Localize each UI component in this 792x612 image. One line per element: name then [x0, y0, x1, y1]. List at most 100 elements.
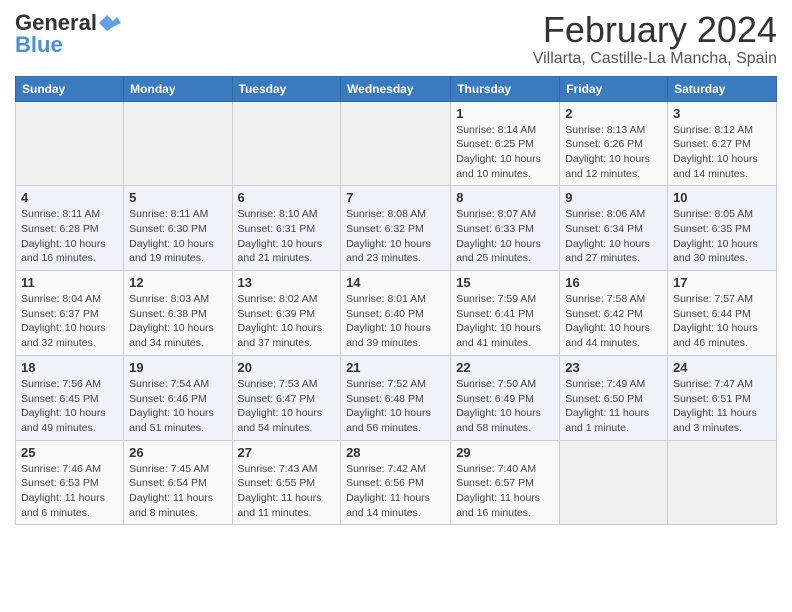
day-number: 1	[456, 106, 554, 121]
day-info: Sunrise: 8:13 AM Sunset: 6:26 PM Dayligh…	[565, 123, 662, 182]
calendar-cell: 27Sunrise: 7:43 AM Sunset: 6:55 PM Dayli…	[232, 440, 341, 525]
calendar-cell: 2 Sunrise: 8:13 AM Sunset: 6:26 PM Daylig…	[560, 101, 668, 186]
day-info: Sunrise: 8:01 AM Sunset: 6:40 PM Dayligh…	[346, 292, 445, 351]
day-number: 13	[238, 275, 336, 290]
day-info: Sunrise: 7:49 AM Sunset: 6:50 PM Dayligh…	[565, 377, 662, 436]
day-number: 5	[129, 190, 226, 205]
day-info: Sunrise: 7:47 AM Sunset: 6:51 PM Dayligh…	[673, 377, 771, 436]
day-number: 14	[346, 275, 445, 290]
calendar-cell: 10 Sunrise: 8:05 AM Sunset: 6:35 PM Dayli…	[668, 186, 777, 271]
weekday-header-tuesday: Tuesday	[232, 76, 341, 101]
calendar-cell: 8 Sunrise: 8:07 AM Sunset: 6:33 PM Daylig…	[451, 186, 560, 271]
calendar-cell: 6 Sunrise: 8:10 AM Sunset: 6:31 PM Daylig…	[232, 186, 341, 271]
day-number: 25	[21, 445, 118, 460]
calendar-cell: 24 Sunrise: 7:47 AM Sunset: 6:51 PM Dayli…	[668, 355, 777, 440]
day-info: Sunrise: 8:05 AM Sunset: 6:35 PM Dayligh…	[673, 207, 771, 266]
calendar-cell: 1 Sunrise: 8:14 AM Sunset: 6:25 PM Daylig…	[451, 101, 560, 186]
day-info: Sunrise: 8:10 AM Sunset: 6:31 PM Dayligh…	[238, 207, 336, 266]
day-number: 15	[456, 275, 554, 290]
day-number: 12	[129, 275, 226, 290]
day-info: Sunrise: 7:53 AM Sunset: 6:47 PM Dayligh…	[238, 377, 336, 436]
day-number: 7	[346, 190, 445, 205]
calendar-cell: 22 Sunrise: 7:50 AM Sunset: 6:49 PM Dayli…	[451, 355, 560, 440]
day-number: 16	[565, 275, 662, 290]
day-number: 17	[673, 275, 771, 290]
day-number: 3	[673, 106, 771, 121]
day-info: Sunrise: 7:50 AM Sunset: 6:49 PM Dayligh…	[456, 377, 554, 436]
day-number: 22	[456, 360, 554, 375]
day-number: 9	[565, 190, 662, 205]
header: General Blue February 2024 Villarta, Cas…	[15, 10, 777, 68]
calendar-table: SundayMondayTuesdayWednesdayThursdayFrid…	[15, 76, 777, 526]
calendar-cell: 4 Sunrise: 8:11 AM Sunset: 6:28 PM Daylig…	[16, 186, 124, 271]
weekday-header-row: SundayMondayTuesdayWednesdayThursdayFrid…	[16, 76, 777, 101]
day-info: Sunrise: 7:42 AM Sunset: 6:56 PM Dayligh…	[346, 462, 445, 521]
calendar-cell	[341, 101, 451, 186]
calendar-cell: 26 Sunrise: 7:45 AM Sunset: 6:54 PM Dayli…	[124, 440, 232, 525]
main-title: February 2024	[533, 10, 777, 50]
day-number: 10	[673, 190, 771, 205]
day-number: 18	[21, 360, 118, 375]
day-number: 8	[456, 190, 554, 205]
calendar-cell: 11 Sunrise: 8:04 AM Sunset: 6:37 PM Dayli…	[16, 271, 124, 356]
day-number: 6	[238, 190, 336, 205]
calendar-cell	[560, 440, 668, 525]
calendar-cell: 3Sunrise: 8:12 AM Sunset: 6:27 PM Daylig…	[668, 101, 777, 186]
day-info: Sunrise: 7:52 AM Sunset: 6:48 PM Dayligh…	[346, 377, 445, 436]
day-info: Sunrise: 7:40 AM Sunset: 6:57 PM Dayligh…	[456, 462, 554, 521]
weekday-header-saturday: Saturday	[668, 76, 777, 101]
day-info: Sunrise: 8:03 AM Sunset: 6:38 PM Dayligh…	[129, 292, 226, 351]
calendar-cell: 23 Sunrise: 7:49 AM Sunset: 6:50 PM Dayli…	[560, 355, 668, 440]
day-info: Sunrise: 8:14 AM Sunset: 6:25 PM Dayligh…	[456, 123, 554, 182]
weekday-header-friday: Friday	[560, 76, 668, 101]
day-info: Sunrise: 7:46 AM Sunset: 6:53 PM Dayligh…	[21, 462, 118, 521]
calendar-cell	[232, 101, 341, 186]
calendar-cell: 9 Sunrise: 8:06 AM Sunset: 6:34 PM Daylig…	[560, 186, 668, 271]
calendar-week-row: 4 Sunrise: 8:11 AM Sunset: 6:28 PM Daylig…	[16, 186, 777, 271]
day-info: Sunrise: 8:11 AM Sunset: 6:28 PM Dayligh…	[21, 207, 118, 266]
calendar-cell: 25 Sunrise: 7:46 AM Sunset: 6:53 PM Dayli…	[16, 440, 124, 525]
day-info: Sunrise: 8:06 AM Sunset: 6:34 PM Dayligh…	[565, 207, 662, 266]
day-number: 2	[565, 106, 662, 121]
day-info: Sunrise: 8:11 AM Sunset: 6:30 PM Dayligh…	[129, 207, 226, 266]
day-info: Sunrise: 8:08 AM Sunset: 6:32 PM Dayligh…	[346, 207, 445, 266]
calendar-cell: 17 Sunrise: 7:57 AM Sunset: 6:44 PM Dayli…	[668, 271, 777, 356]
day-info: Sunrise: 8:02 AM Sunset: 6:39 PM Dayligh…	[238, 292, 336, 351]
day-info: Sunrise: 7:59 AM Sunset: 6:41 PM Dayligh…	[456, 292, 554, 351]
day-info: Sunrise: 7:43 AM Sunset: 6:55 PM Dayligh…	[238, 462, 336, 521]
day-number: 23	[565, 360, 662, 375]
calendar-cell: 7 Sunrise: 8:08 AM Sunset: 6:32 PM Daylig…	[341, 186, 451, 271]
calendar-cell: 28Sunrise: 7:42 AM Sunset: 6:56 PM Dayli…	[341, 440, 451, 525]
calendar-cell: 15 Sunrise: 7:59 AM Sunset: 6:41 PM Dayli…	[451, 271, 560, 356]
logo: General Blue	[15, 10, 121, 58]
day-info: Sunrise: 7:58 AM Sunset: 6:42 PM Dayligh…	[565, 292, 662, 351]
calendar-week-row: 1 Sunrise: 8:14 AM Sunset: 6:25 PM Daylig…	[16, 101, 777, 186]
logo-blue: Blue	[15, 32, 63, 58]
day-number: 4	[21, 190, 118, 205]
logo-bird-icon	[99, 15, 121, 31]
calendar-week-row: 18 Sunrise: 7:56 AM Sunset: 6:45 PM Dayli…	[16, 355, 777, 440]
calendar-cell: 29 Sunrise: 7:40 AM Sunset: 6:57 PM Dayli…	[451, 440, 560, 525]
calendar-cell	[668, 440, 777, 525]
day-number: 29	[456, 445, 554, 460]
day-info: Sunrise: 7:57 AM Sunset: 6:44 PM Dayligh…	[673, 292, 771, 351]
calendar-cell: 20Sunrise: 7:53 AM Sunset: 6:47 PM Dayli…	[232, 355, 341, 440]
calendar-cell: 13 Sunrise: 8:02 AM Sunset: 6:39 PM Dayli…	[232, 271, 341, 356]
day-info: Sunrise: 7:54 AM Sunset: 6:46 PM Dayligh…	[129, 377, 226, 436]
day-info: Sunrise: 8:07 AM Sunset: 6:33 PM Dayligh…	[456, 207, 554, 266]
weekday-header-thursday: Thursday	[451, 76, 560, 101]
day-number: 19	[129, 360, 226, 375]
day-info: Sunrise: 7:56 AM Sunset: 6:45 PM Dayligh…	[21, 377, 118, 436]
calendar-cell	[16, 101, 124, 186]
day-number: 11	[21, 275, 118, 290]
calendar-cell: 5 Sunrise: 8:11 AM Sunset: 6:30 PM Daylig…	[124, 186, 232, 271]
calendar-cell: 12 Sunrise: 8:03 AM Sunset: 6:38 PM Dayli…	[124, 271, 232, 356]
day-number: 26	[129, 445, 226, 460]
title-section: February 2024 Villarta, Castille-La Manc…	[533, 10, 777, 68]
day-info: Sunrise: 8:04 AM Sunset: 6:37 PM Dayligh…	[21, 292, 118, 351]
calendar-cell: 19 Sunrise: 7:54 AM Sunset: 6:46 PM Dayli…	[124, 355, 232, 440]
subtitle: Villarta, Castille-La Mancha, Spain	[533, 50, 777, 68]
day-number: 24	[673, 360, 771, 375]
calendar-cell: 14 Sunrise: 8:01 AM Sunset: 6:40 PM Dayli…	[341, 271, 451, 356]
day-info: Sunrise: 7:45 AM Sunset: 6:54 PM Dayligh…	[129, 462, 226, 521]
